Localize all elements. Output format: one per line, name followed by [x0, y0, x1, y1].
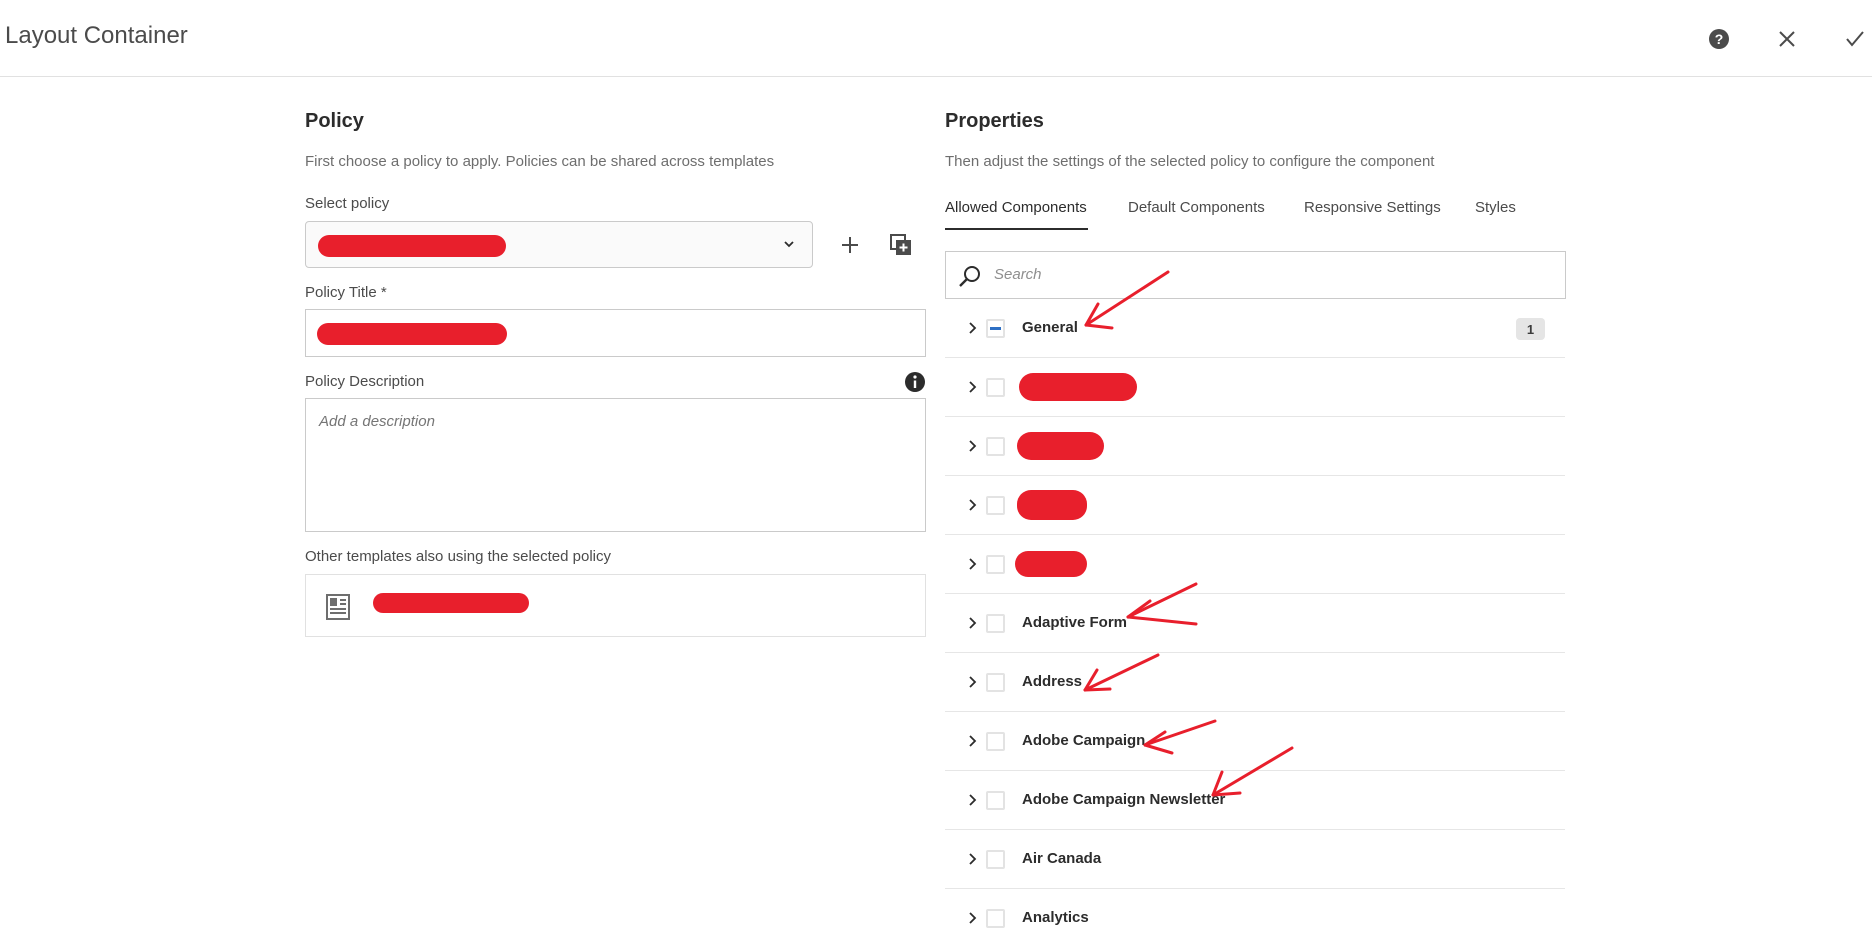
component-group-row[interactable]: Analytics [945, 889, 1565, 948]
group-label: Address [1022, 673, 1083, 690]
group-checkbox[interactable] [986, 496, 1005, 515]
group-label: Analytics [1022, 909, 1089, 926]
policy-select[interactable] [305, 221, 813, 268]
policy-description-field[interactable] [305, 398, 926, 532]
chevron-right-icon[interactable] [967, 321, 979, 335]
help-button[interactable]: ? [1702, 22, 1736, 56]
group-checkbox[interactable] [986, 909, 1005, 928]
policy-heading: Policy [305, 110, 364, 132]
chevron-right-icon[interactable] [967, 793, 979, 807]
selected-count-badge: 1 [1516, 318, 1545, 340]
properties-description-text: Then adjust the settings of the selected… [945, 153, 1435, 170]
other-templates-label: Other templates also using the selected … [305, 548, 611, 565]
redacted-policy-title [317, 323, 507, 345]
group-label: Adobe Campaign [1022, 732, 1146, 749]
chevron-right-icon[interactable] [967, 439, 979, 453]
tab-allowed-components[interactable]: Allowed Components [945, 199, 1087, 216]
close-button[interactable] [1770, 22, 1804, 56]
duplicate-policy-button[interactable] [884, 228, 918, 262]
redacted-group-label [1017, 490, 1087, 520]
page-template-icon [326, 594, 350, 620]
group-checkbox[interactable] [986, 437, 1005, 456]
svg-text:?: ? [1715, 31, 1724, 47]
policy-title-field[interactable] [305, 309, 926, 357]
close-icon [1779, 31, 1795, 47]
component-search[interactable] [945, 251, 1566, 299]
info-button[interactable] [904, 371, 926, 398]
group-checkbox[interactable] [986, 319, 1005, 338]
component-group-row[interactable] [945, 417, 1565, 476]
chevron-right-icon[interactable] [967, 734, 979, 748]
policy-description-label: Policy Description [305, 373, 425, 390]
dialog-header: Layout Container ? [0, 0, 1872, 77]
properties-heading: Properties [945, 110, 1044, 132]
dialog-title: Layout Container [5, 22, 188, 49]
info-icon [905, 372, 925, 392]
checkmark-icon [1846, 31, 1864, 47]
group-checkbox[interactable] [986, 850, 1005, 869]
policy-title-label: Policy Title * [305, 284, 387, 301]
group-label: Adaptive Form [1022, 614, 1128, 631]
tab-default-components[interactable]: Default Components [1128, 199, 1265, 216]
group-label: General [1022, 319, 1078, 336]
annotation-arrows [1083, 270, 1294, 797]
chevron-right-icon[interactable] [967, 675, 979, 689]
component-group-row[interactable] [945, 476, 1565, 535]
component-group-row[interactable]: General 1 [945, 299, 1565, 358]
chevron-right-icon[interactable] [967, 557, 979, 571]
group-checkbox[interactable] [986, 673, 1005, 692]
group-checkbox[interactable] [986, 614, 1005, 633]
component-group-row[interactable]: Adobe Campaign [945, 712, 1565, 771]
group-checkbox[interactable] [986, 732, 1005, 751]
component-group-row[interactable]: Address [945, 653, 1565, 712]
group-checkbox[interactable] [986, 791, 1005, 810]
redacted-policy-name [318, 235, 506, 257]
done-button[interactable] [1838, 22, 1872, 56]
chevron-right-icon[interactable] [967, 616, 979, 630]
add-policy-button[interactable] [833, 228, 867, 262]
component-group-row[interactable]: Air Canada [945, 830, 1565, 889]
policy-description-text: First choose a policy to apply. Policies… [305, 153, 775, 170]
chevron-down-icon [784, 241, 794, 248]
component-group-row[interactable]: Adaptive Form [945, 594, 1565, 653]
redacted-group-label [1019, 373, 1137, 401]
group-label: Air Canada [1022, 850, 1102, 867]
chevron-right-icon[interactable] [967, 911, 979, 925]
active-tab-indicator [945, 228, 1088, 230]
group-checkbox[interactable] [986, 378, 1005, 397]
component-group-row[interactable] [945, 535, 1565, 594]
group-label: Adobe Campaign Newsletter [1022, 791, 1226, 808]
help-circle-icon: ? [1709, 29, 1729, 49]
select-policy-label: Select policy [305, 195, 390, 212]
redacted-group-label [1015, 551, 1087, 577]
copy-add-icon [890, 234, 911, 255]
chevron-right-icon[interactable] [967, 498, 979, 512]
templates-list [305, 574, 926, 637]
redacted-template-name[interactable] [373, 593, 529, 613]
group-checkbox[interactable] [986, 555, 1005, 574]
tab-styles[interactable]: Styles [1475, 199, 1516, 216]
search-icon [959, 266, 980, 287]
chevron-right-icon[interactable] [967, 380, 979, 394]
tab-responsive-settings[interactable]: Responsive Settings [1304, 199, 1441, 216]
plus-icon [842, 237, 858, 253]
component-group-row[interactable]: Adobe Campaign Newsletter [945, 771, 1565, 830]
component-group-row[interactable] [945, 358, 1565, 417]
chevron-right-icon[interactable] [967, 852, 979, 866]
redacted-group-label [1017, 432, 1104, 460]
search-input[interactable] [992, 265, 1536, 284]
